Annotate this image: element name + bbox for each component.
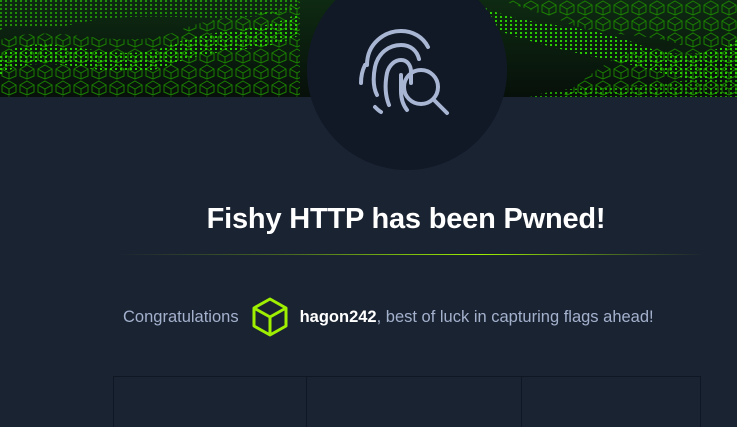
congrats-prefix: Congratulations xyxy=(123,307,239,326)
stats-panel xyxy=(113,376,701,427)
cube-icon xyxy=(252,297,288,337)
page-title: Fishy HTTP has been Pwned! xyxy=(206,203,606,235)
congratulations-message: Congratulations hagon242 , best of luck … xyxy=(123,296,654,338)
stat-cell xyxy=(114,377,307,427)
stat-cell xyxy=(307,377,523,427)
fingerprint-search-icon xyxy=(359,28,449,115)
title-divider xyxy=(118,254,703,255)
congrats-suffix: , best of luck in capturing flags ahead! xyxy=(376,307,654,326)
username[interactable]: hagon242 xyxy=(300,308,377,327)
stat-cell xyxy=(522,377,700,427)
